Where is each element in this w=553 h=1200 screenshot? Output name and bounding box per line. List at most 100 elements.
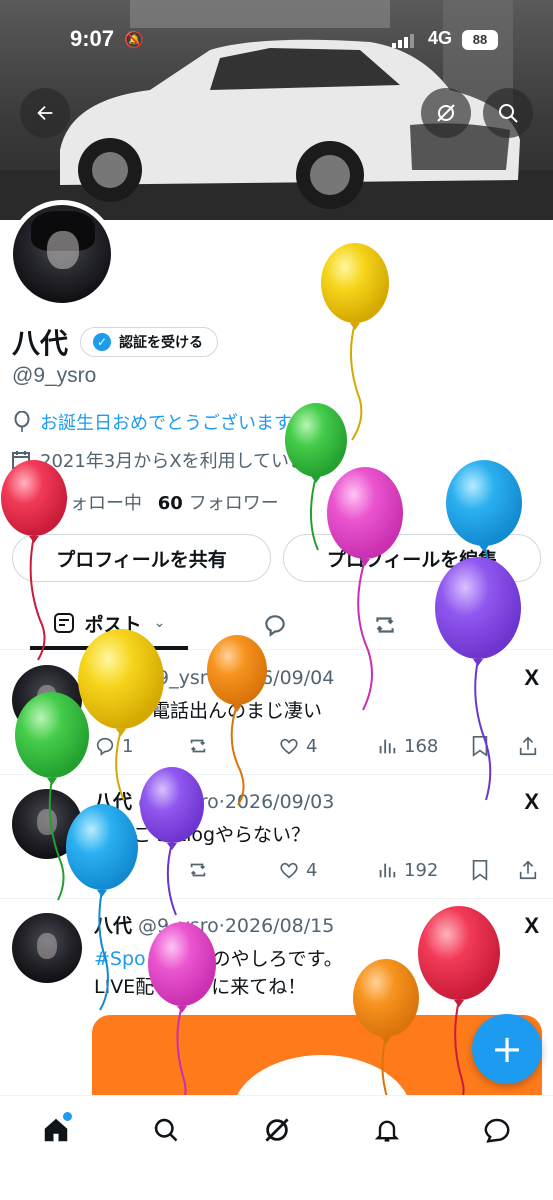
home-notification-dot: [63, 1112, 72, 1121]
share-profile-label: プロフィールを共有: [56, 548, 227, 571]
x-logo-icon: X: [524, 789, 539, 814]
tab-replies[interactable]: [250, 600, 300, 650]
status-bar: 9:07 🔕 4G 88: [0, 0, 553, 84]
silent-bell-icon: 🔕: [124, 30, 144, 49]
search-button[interactable]: [483, 88, 533, 138]
balloon-icon: [14, 411, 30, 432]
x-logo-icon: X: [524, 913, 539, 938]
network-type: 4G: [428, 28, 453, 48]
post-avatar[interactable]: [12, 913, 82, 983]
like-button[interactable]: 4: [278, 859, 317, 881]
bookmark-icon: [472, 736, 488, 757]
profile-avatar[interactable]: [8, 200, 116, 308]
reply-icon: [96, 861, 114, 880]
name-row: 八代 ✓ 認証を受ける: [12, 322, 219, 362]
post-item[interactable]: 八代 @9_ysro·2026/09/04 X 反射で電話出んのまじ凄い 1 4 …: [0, 651, 553, 775]
nav-search[interactable]: [146, 1110, 186, 1150]
nav-messages[interactable]: [477, 1110, 517, 1150]
post-text-line1: のやしろです。: [211, 948, 343, 970]
edit-profile-label: プロフィールを編集: [326, 548, 498, 571]
bookmark-button[interactable]: [470, 859, 490, 881]
post-meta: 八代 @9_ysro·2026/08/15: [94, 915, 335, 937]
post-date: 2026/08/15: [224, 915, 335, 937]
posts-icon: [53, 613, 74, 633]
following-link[interactable]: フォロー中: [52, 493, 142, 514]
post-handle: @9_ysro: [138, 667, 219, 689]
post-handle: @9_ysro: [138, 915, 219, 937]
heart-icon: [280, 738, 298, 755]
bottom-nav: [0, 1095, 553, 1200]
profile-handle: @9_ysro: [12, 364, 97, 387]
bell-icon: [374, 1120, 400, 1142]
views-button[interactable]: 168: [376, 735, 438, 757]
verified-check-icon: ✓: [93, 333, 112, 351]
like-button[interactable]: 4: [278, 735, 317, 757]
followers-count: 60: [157, 493, 183, 514]
joined-row: 2021年3月からXを利用しています ›: [12, 447, 338, 473]
chevron-right-icon[interactable]: ›: [331, 450, 338, 471]
post-avatar[interactable]: [12, 789, 82, 859]
share-icon: [519, 860, 537, 880]
followers-label: フォロワー: [188, 493, 279, 514]
reply-button[interactable]: [94, 859, 116, 881]
chevron-down-icon: ⌄: [153, 615, 166, 631]
grok-button[interactable]: [421, 88, 471, 138]
post-date: 2026/09/04: [224, 667, 335, 689]
share-profile-button[interactable]: プロフィールを共有: [12, 534, 271, 582]
post-text-line2: LIVE配 遊びに来てね！: [94, 976, 307, 998]
post-hashtag[interactable]: #Spo: [94, 948, 146, 970]
post-author: 八代: [94, 791, 133, 813]
post-meta: 八代 @9_ysro·2026/09/03: [94, 791, 335, 813]
x-logo-icon: X: [524, 665, 539, 690]
compose-post-button[interactable]: +: [472, 1014, 542, 1084]
grok-icon: [265, 1118, 289, 1142]
edit-profile-button[interactable]: プロフィールを編集: [283, 534, 541, 582]
reply-button[interactable]: 1: [94, 735, 133, 757]
post-item[interactable]: 八代 @9_ysro·2026/09/03 X ーーこ setlogやらない？ 4…: [0, 775, 553, 899]
post-handle: @9_ysro: [138, 791, 219, 813]
battery-indicator: 88: [462, 30, 498, 50]
profile-name: 八代: [12, 327, 69, 360]
back-arrow-icon: [37, 105, 53, 121]
post-author: 八代: [94, 667, 133, 689]
grok-icon: [437, 104, 455, 122]
birthday-text[interactable]: お誕生日おめでとうございます: [40, 409, 292, 435]
post-date: 2026/09/03: [224, 791, 335, 813]
signal-icon: [392, 34, 414, 48]
views-icon: [379, 739, 396, 754]
post-text: 反射で電話出んのまじ凄い: [94, 700, 323, 722]
tab-posts[interactable]: ポスト ⌄: [30, 600, 188, 650]
tab-posts-label: ポスト: [84, 613, 142, 636]
repost-button[interactable]: [186, 735, 210, 757]
get-verified-button[interactable]: ✓ 認証を受ける: [80, 327, 219, 357]
view-count: 168: [404, 735, 439, 757]
post-avatar[interactable]: [12, 665, 82, 735]
nav-grok[interactable]: [257, 1110, 297, 1150]
get-verified-label: 認証を受ける: [119, 335, 204, 351]
repost-button[interactable]: [186, 859, 210, 881]
post-author: 八代: [94, 915, 133, 937]
tab-reposts[interactable]: [360, 600, 410, 650]
reply-bubble-icon: [265, 615, 285, 637]
post-actions: 4 192: [94, 855, 544, 885]
birthday-row: お誕生日おめでとうございます: [12, 409, 292, 435]
following-label: フォロー中: [52, 493, 142, 514]
repost-icon: [190, 739, 206, 753]
view-count: 192: [404, 859, 439, 881]
share-button[interactable]: [518, 735, 538, 757]
repost-icon: [376, 617, 394, 633]
back-button[interactable]: [20, 88, 70, 138]
search-icon: [154, 1118, 178, 1142]
search-icon: [499, 104, 518, 123]
like-count: 4: [306, 735, 318, 757]
nav-home[interactable]: [36, 1110, 76, 1150]
post-actions: 1 4 168: [94, 731, 544, 761]
views-button[interactable]: 192: [376, 859, 438, 881]
nav-notifications[interactable]: [367, 1110, 407, 1150]
bookmark-button[interactable]: [470, 735, 490, 757]
share-button[interactable]: [518, 859, 538, 881]
post-text: #Spo のやしろです。 LIVE配 遊びに来てね！: [94, 945, 343, 1001]
post-text: ーーこ setlogやらない？: [94, 824, 311, 846]
followers-link[interactable]: 60 フォロワー: [148, 493, 279, 514]
status-time: 9:07: [70, 26, 115, 51]
